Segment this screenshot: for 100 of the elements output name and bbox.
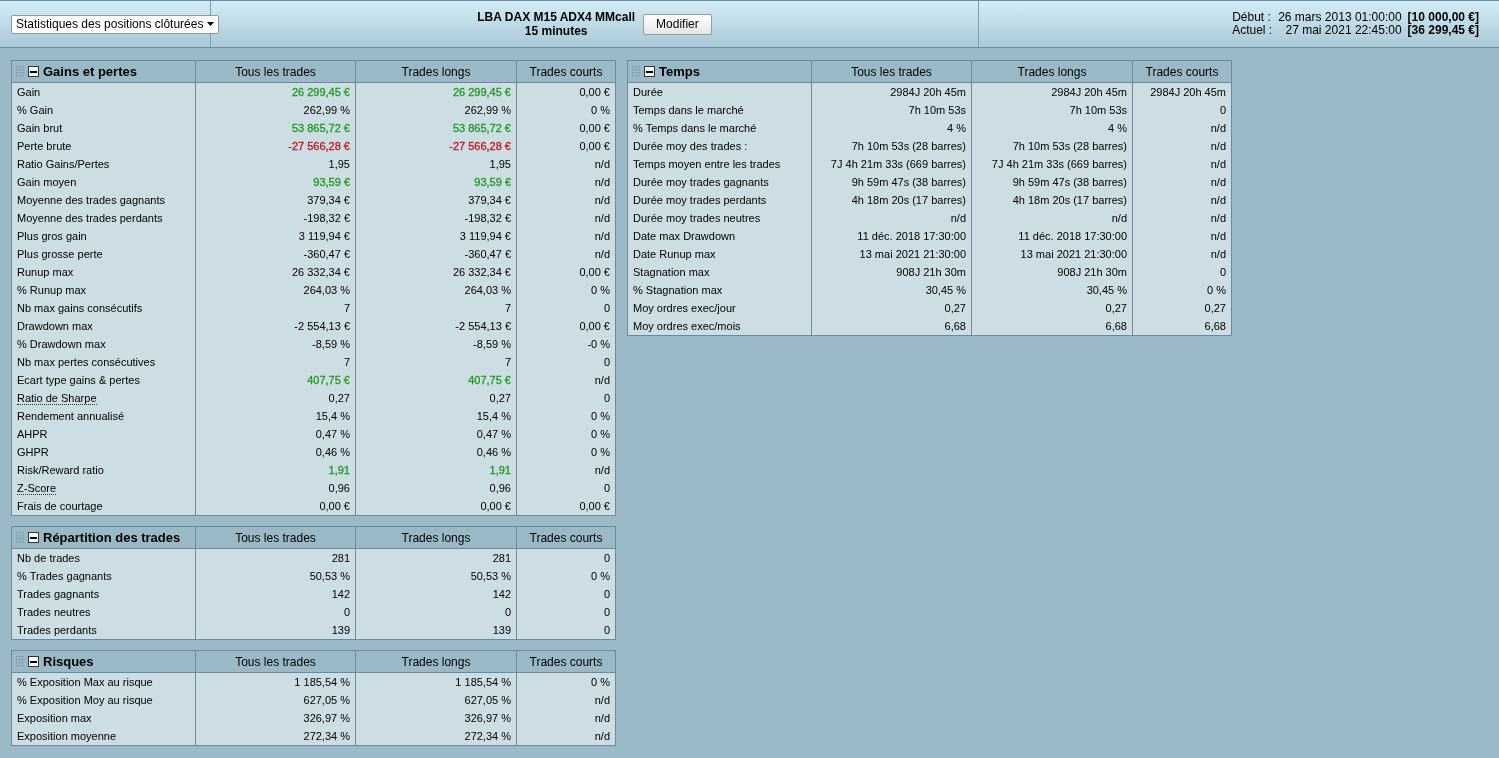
drag-handle-icon[interactable] xyxy=(16,531,24,544)
row-label: Temps dans le marché xyxy=(628,101,812,119)
row-label: Durée moy trades neutres xyxy=(628,209,812,227)
value-text: 407,75 € xyxy=(307,374,350,386)
value-cell: 7J 4h 21m 33s (669 barres) xyxy=(812,155,972,173)
row-label: Ratio Gains/Pertes xyxy=(12,155,196,173)
row-label: Nb max pertes consécutives xyxy=(12,353,196,371)
period-amount: [10 000,00 €] xyxy=(1407,11,1479,24)
collapse-icon[interactable] xyxy=(28,532,39,543)
collapse-icon[interactable] xyxy=(28,66,39,77)
row-label: Plus gros gain xyxy=(12,227,196,245)
value-cell-text: 0 % xyxy=(590,427,611,442)
value-cell: 11 déc. 2018 17:30:00 xyxy=(812,227,972,245)
value-cell: 264,03 % xyxy=(196,281,356,299)
value-cell: 326,97 % xyxy=(356,709,517,727)
value-cell: 0,00 € xyxy=(196,497,356,515)
column-header-text: Trades longs xyxy=(401,530,471,545)
value-cell-text: n/d xyxy=(593,247,611,262)
value-cell: 7h 10m 53s xyxy=(972,101,1133,119)
edit-button[interactable]: Modifier xyxy=(643,13,712,35)
value-cell-text: 0 % xyxy=(590,675,611,690)
row-label: GHPR xyxy=(12,443,196,461)
column-header-text: Trades longs xyxy=(401,654,471,669)
value-cell-text: n/d xyxy=(593,729,611,744)
row-label: Durée moy trades gagnants xyxy=(628,173,812,191)
row-label: % Drawdown max xyxy=(12,335,196,353)
value-cell: 2984J 20h 45m xyxy=(812,83,972,101)
row-label: Exposition moyenne xyxy=(12,727,196,745)
value-cell: 0,47 % xyxy=(196,425,356,443)
value-cell-text: 2984J 20h 45m xyxy=(1149,85,1227,100)
row-label: Nb de trades xyxy=(12,549,196,567)
value-cell: -360,47 € xyxy=(196,245,356,263)
row-label: Trades neutres xyxy=(12,603,196,621)
row-label: Moy ordres exec/mois xyxy=(628,317,812,335)
row-label: % Stagnation max xyxy=(628,281,812,299)
value-cell-text: 0 xyxy=(602,587,611,602)
column-header-text: Trades courts xyxy=(529,654,603,669)
value-cell: 15,4 % xyxy=(356,407,517,425)
help-term[interactable]: Ratio de Sharpe xyxy=(17,392,97,405)
row-label: % Exposition Moy au risque xyxy=(12,691,196,709)
value-cell: -2 554,13 € xyxy=(196,317,356,335)
period-label: Début : xyxy=(1232,11,1272,24)
row-label: Stagnation max xyxy=(628,263,812,281)
value-cell-text: n/d xyxy=(593,157,611,172)
collapse-icon[interactable] xyxy=(644,66,655,77)
value-text: 93,59 € xyxy=(313,176,350,188)
drag-handle-icon[interactable] xyxy=(16,655,24,668)
value-cell: 3 119,94 € xyxy=(196,227,356,245)
help-term[interactable]: Z-Score xyxy=(17,482,57,495)
row-label: Exposition max xyxy=(12,709,196,727)
value-cell: 264,03 % xyxy=(356,281,517,299)
value-cell-text: 0,00 € xyxy=(578,499,611,514)
value-cell: 1 185,54 % xyxy=(196,673,356,691)
column-header-text: Trades courts xyxy=(529,64,603,79)
drag-handle-icon[interactable] xyxy=(16,65,24,78)
period-date: 27 mai 2021 22:45:00 xyxy=(1284,24,1402,37)
value-cell: 0,27 xyxy=(972,299,1133,317)
value-cell-text: 0 % xyxy=(590,445,611,460)
value-cell-text: n/d xyxy=(1209,139,1227,154)
value-cell: 50,53 % xyxy=(196,567,356,585)
panel-title: Gains et pertes xyxy=(43,64,137,79)
value-cell: 6,68 xyxy=(812,317,972,335)
value-cell: 50,53 % xyxy=(356,567,517,585)
value-cell: 7h 10m 53s (28 barres) xyxy=(972,137,1133,155)
value-cell-text: n/d xyxy=(593,693,611,708)
value-cell: 1 185,54 % xyxy=(356,673,517,691)
value-cell: -8,59 % xyxy=(196,335,356,353)
row-label: Durée moy des trades : xyxy=(628,137,812,155)
value-cell-text: n/d xyxy=(593,373,611,388)
row-label: Moyenne des trades perdants xyxy=(12,209,196,227)
value-cell-text: 0 xyxy=(602,551,611,566)
value-cell-text: 0 xyxy=(602,391,611,406)
value-cell-text: n/d xyxy=(593,211,611,226)
value-text: 1,91 xyxy=(489,464,511,476)
value-cell: 26 332,34 € xyxy=(196,263,356,281)
panel-title: Temps xyxy=(659,64,700,79)
value-cell: 0 xyxy=(196,603,356,621)
value-cell: 15,4 % xyxy=(196,407,356,425)
column-header-text: Tous les trades xyxy=(235,64,316,79)
period-date: 26 mars 2013 01:00:00 xyxy=(1278,11,1402,24)
panel-title: Risques xyxy=(43,654,94,669)
value-cell-text: 0,00 € xyxy=(578,139,611,154)
value-cell-text: n/d xyxy=(1209,211,1227,226)
value-cell: 281 xyxy=(356,549,517,567)
drag-handle-icon[interactable] xyxy=(632,65,640,78)
value-cell: 627,05 % xyxy=(196,691,356,709)
row-label: % Exposition Max au risque xyxy=(12,673,196,691)
value-cell: 1,95 xyxy=(196,155,356,173)
collapse-icon[interactable] xyxy=(28,656,39,667)
period-label: Actuel : xyxy=(1232,24,1273,37)
caret-icon xyxy=(207,22,215,26)
row-label: % Gain xyxy=(12,101,196,119)
row-label: Gain xyxy=(12,83,196,101)
row-label: Risk/Reward ratio xyxy=(12,461,196,479)
value-text: 53 865,72 € xyxy=(452,122,511,134)
strategy-title: LBA DAX M15 ADX4 MMcall 15 minutes xyxy=(477,10,636,38)
view-dropdown[interactable]: Statistiques des positions clôturées xyxy=(11,14,220,34)
value-cell-text: 0,00 € xyxy=(578,121,611,136)
value-cell: 272,34 % xyxy=(356,727,517,745)
row-label: Nb max gains consécutifs xyxy=(12,299,196,317)
